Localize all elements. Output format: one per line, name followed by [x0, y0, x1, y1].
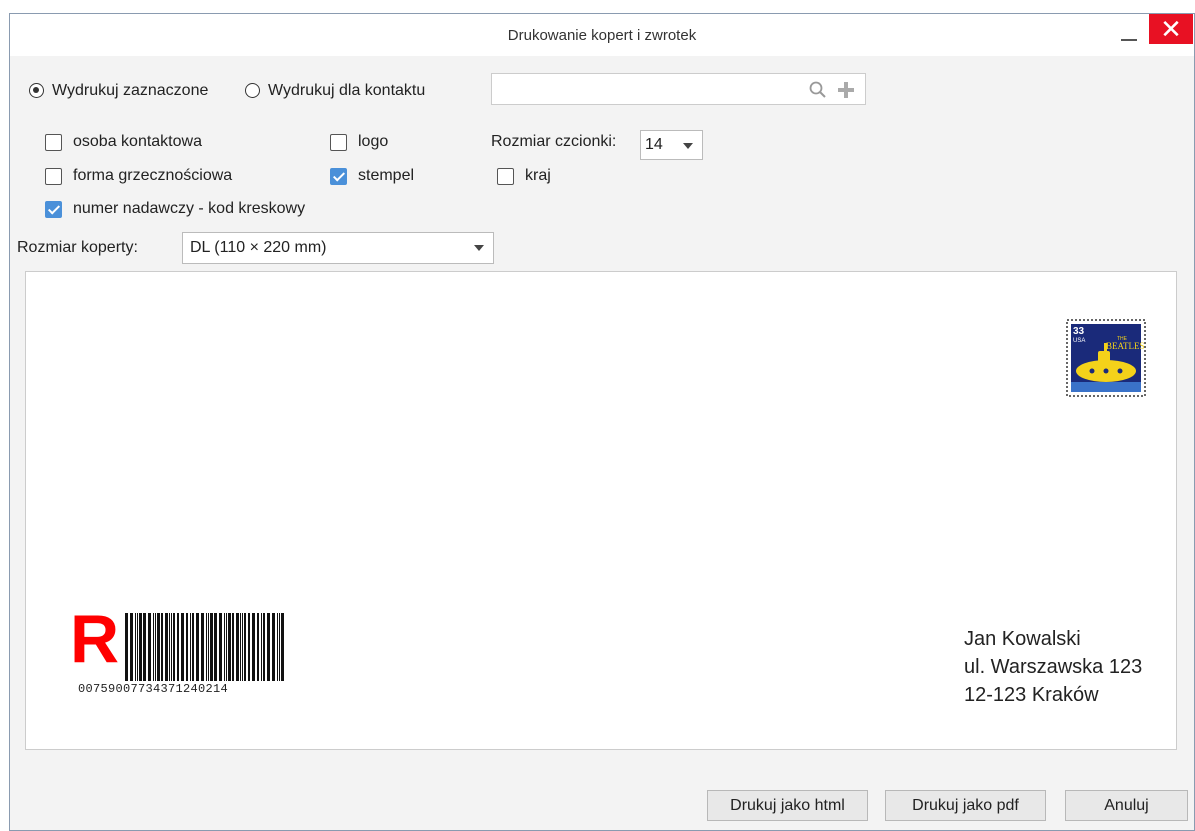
barcode-bar	[219, 613, 222, 681]
print-envelopes-dialog: Drukowanie kopert i zwrotek ✕ Wydrukuj z…	[9, 13, 1195, 831]
barcode-bar	[257, 613, 259, 681]
barcode-bar	[267, 613, 270, 681]
checkbox-osoba-kontaktowa-label[interactable]: osoba kontaktowa	[73, 133, 202, 151]
barcode	[125, 613, 284, 681]
barcode-bar	[177, 613, 179, 681]
barcode-bar	[130, 613, 133, 681]
envelope-size-value: DL (110 × 220 mm)	[190, 239, 327, 256]
add-icon[interactable]	[837, 81, 855, 99]
barcode-bar	[232, 613, 234, 681]
barcode-bar	[171, 613, 172, 681]
barcode-bar	[236, 613, 239, 681]
barcode-bar	[143, 613, 146, 681]
checkbox-forma-grzecznosciowa[interactable]	[45, 168, 62, 185]
barcode-bar	[186, 613, 188, 681]
barcode-bar	[165, 613, 168, 681]
barcode-bar	[240, 613, 241, 681]
barcode-bar	[279, 613, 280, 681]
barcode-bar	[139, 613, 142, 681]
radio-print-selected-label[interactable]: Wydrukuj zaznaczone	[52, 82, 208, 100]
stamp-band-name: BEATLES	[1106, 341, 1145, 351]
radio-print-for-contact-label[interactable]: Wydrukuj dla kontaktu	[268, 82, 425, 100]
chevron-down-icon	[474, 245, 484, 251]
contact-search-input[interactable]	[491, 73, 866, 105]
checkbox-forma-grzecznosciowa-label[interactable]: forma grzecznościowa	[73, 167, 232, 185]
barcode-bar	[135, 613, 136, 681]
close-button[interactable]: ✕	[1149, 14, 1193, 44]
checkbox-logo[interactable]	[330, 134, 347, 151]
barcode-bar	[248, 613, 250, 681]
checkbox-kraj-label[interactable]: kraj	[525, 167, 551, 185]
barcode-bar	[192, 613, 194, 681]
envelope-size-label: Rozmiar koperty:	[17, 239, 138, 256]
barcode-bar	[242, 613, 243, 681]
barcode-bar	[196, 613, 199, 681]
barcode-bar	[125, 613, 128, 681]
address-line-name: Jan Kowalski	[964, 628, 1081, 650]
stamp-country: USA	[1073, 338, 1085, 344]
barcode-bar	[161, 613, 163, 681]
registered-mark: R	[70, 601, 120, 677]
barcode-bar	[148, 613, 151, 681]
checkbox-numer-nadawczy[interactable]	[45, 201, 62, 218]
barcode-bar	[137, 613, 138, 681]
barcode-bar	[261, 613, 262, 681]
search-icon[interactable]	[808, 80, 828, 100]
font-size-label: Rozmiar czcionki:	[491, 133, 617, 150]
barcode-bar	[272, 613, 275, 681]
envelope-preview: 33 USA THE BEATLES R 0075900773437124021…	[25, 271, 1177, 750]
radio-print-for-contact[interactable]	[245, 83, 260, 98]
barcode-bar	[228, 613, 231, 681]
barcode-bar	[155, 613, 156, 681]
barcode-bar	[281, 613, 284, 681]
envelope-size-select[interactable]: DL (110 × 220 mm)	[182, 232, 494, 264]
checkbox-osoba-kontaktowa[interactable]	[45, 134, 62, 151]
print-pdf-button[interactable]: Drukuj jako pdf	[885, 790, 1046, 821]
checkbox-numer-nadawczy-label[interactable]: numer nadawczy - kod kreskowy	[73, 200, 305, 218]
address-line-street: ul. Warszawska 123	[964, 656, 1143, 678]
barcode-bar	[244, 613, 246, 681]
tracking-number: 00759007734371240214	[78, 682, 229, 696]
dialog-title: Drukowanie kopert i zwrotek	[507, 27, 697, 44]
recipient-address: Jan Kowalski ul. Warszawska 123 12-123 K…	[964, 625, 1142, 709]
barcode-bar	[206, 613, 207, 681]
barcode-bar	[224, 613, 225, 681]
title-bar: Drukowanie kopert i zwrotek ✕	[10, 14, 1194, 56]
barcode-bar	[169, 613, 170, 681]
cancel-button[interactable]: Anuluj	[1065, 790, 1188, 821]
checkbox-stempel[interactable]	[330, 168, 347, 185]
chevron-down-icon	[683, 143, 693, 149]
minimize-button[interactable]	[1114, 22, 1144, 48]
barcode-bar	[157, 613, 160, 681]
barcode-bar	[263, 613, 265, 681]
print-html-button[interactable]: Drukuj jako html	[707, 790, 868, 821]
font-size-select[interactable]: 14	[640, 130, 703, 160]
barcode-bar	[173, 613, 175, 681]
barcode-bar	[210, 613, 213, 681]
minimize-icon	[1121, 39, 1137, 41]
checkbox-kraj[interactable]	[497, 168, 514, 185]
stamp-image: 33 USA THE BEATLES	[1066, 319, 1146, 397]
barcode-bar	[252, 613, 255, 681]
barcode-bar	[201, 613, 204, 681]
checkbox-logo-label[interactable]: logo	[358, 133, 388, 151]
barcode-bar	[277, 613, 278, 681]
font-size-value: 14	[645, 136, 663, 153]
checkbox-stempel-label[interactable]: stempel	[358, 167, 414, 185]
stamp-value: 33	[1073, 326, 1085, 337]
radio-print-selected[interactable]	[29, 83, 44, 98]
barcode-bar	[226, 613, 227, 681]
barcode-bar	[181, 613, 184, 681]
barcode-bar	[214, 613, 217, 681]
barcode-bar	[190, 613, 191, 681]
barcode-bar	[208, 613, 209, 681]
barcode-bar	[153, 613, 154, 681]
address-line-city: 12-123 Kraków	[964, 684, 1099, 706]
